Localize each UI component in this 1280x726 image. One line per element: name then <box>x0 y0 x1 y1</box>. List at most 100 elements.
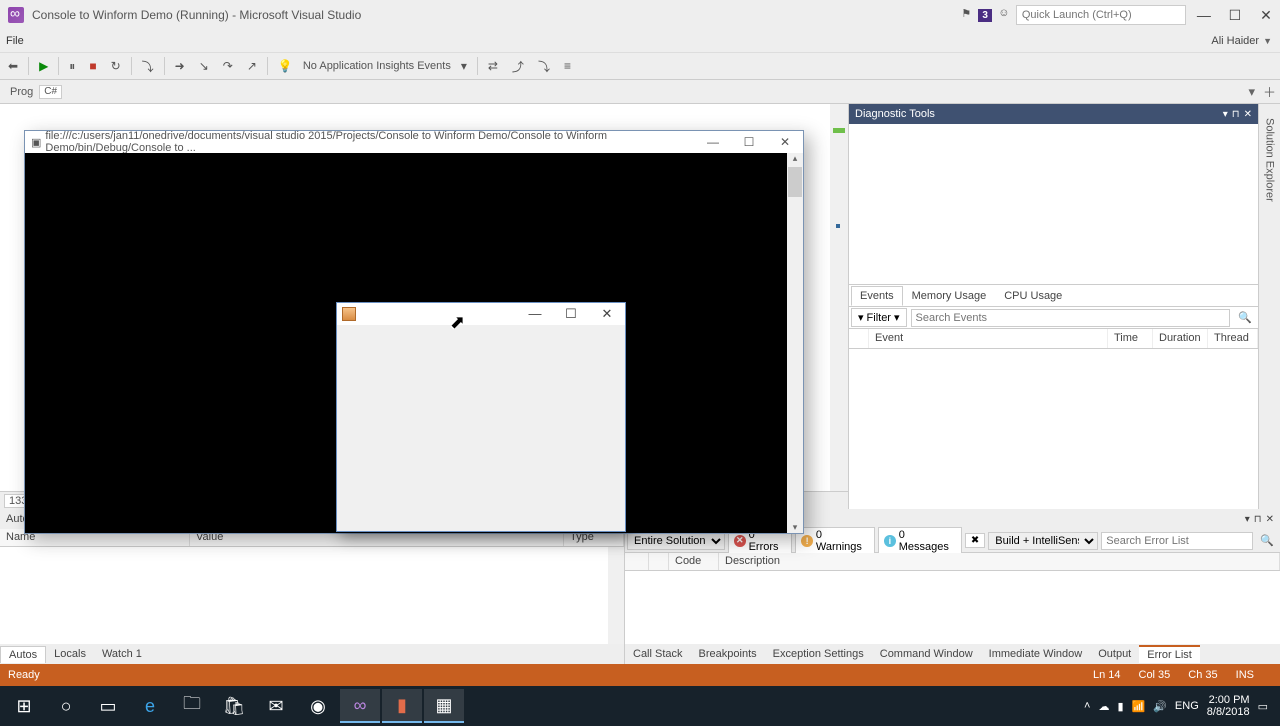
autos-scrollbar[interactable] <box>608 547 624 644</box>
panel-dropdown-icon[interactable]: ▾ <box>1223 109 1228 120</box>
editor-scrollbar[interactable] <box>830 104 848 491</box>
col-code[interactable]: Code <box>669 553 719 570</box>
warnings-pill[interactable]: !0 Warnings <box>795 527 875 555</box>
app-window-icon[interactable]: ▦ <box>424 689 464 723</box>
tray-language[interactable]: ENG <box>1175 700 1199 712</box>
panel-close-icon[interactable]: ✕ <box>1266 514 1274 525</box>
step-out-icon[interactable]: ↗ <box>243 57 261 75</box>
tab-error-list[interactable]: Error List <box>1139 645 1200 663</box>
winform-minimize-button[interactable]: — <box>517 306 553 322</box>
chrome-icon[interactable]: ◉ <box>298 689 338 723</box>
tool-icon-3[interactable]: ⤵ <box>534 56 554 77</box>
step-over-icon[interactable]: ↷ <box>219 57 237 75</box>
tray-wifi-icon[interactable]: 📶 <box>1132 700 1146 713</box>
tab-plus-icon[interactable]: ＋ <box>1259 82 1280 101</box>
nav-back-icon[interactable]: ⬅ <box>4 57 22 75</box>
tray-battery-icon[interactable]: ▮ <box>1117 700 1123 713</box>
menu-file[interactable]: File <box>6 35 24 47</box>
col-event[interactable]: Event <box>869 329 1108 348</box>
tab-immediate-window[interactable]: Immediate Window <box>981 646 1091 662</box>
tool-icon-2[interactable]: ⤴ <box>508 56 528 77</box>
pause-button[interactable]: ⏸ <box>65 57 79 76</box>
mail-icon[interactable]: ✉ <box>256 689 296 723</box>
winform-maximize-button[interactable]: ☐ <box>553 306 589 322</box>
close-button[interactable]: ✕ <box>1252 7 1280 24</box>
tray-volume-icon[interactable]: 🔊 <box>1153 700 1167 713</box>
vs-taskbar-icon[interactable]: ∞ <box>340 689 380 723</box>
tab-command-window[interactable]: Command Window <box>872 646 981 662</box>
edge-icon[interactable]: e <box>130 689 170 723</box>
restart-icon[interactable]: ↻ <box>107 57 125 75</box>
panel-dropdown-icon[interactable]: ▾ <box>1245 514 1250 525</box>
continue-icon[interactable]: ▶ <box>35 57 52 75</box>
tray-clock[interactable]: 2:00 PM 8/8/2018 <box>1207 694 1250 718</box>
store-icon[interactable]: 🛍 <box>214 689 254 723</box>
show-next-icon[interactable]: ➜ <box>171 57 189 75</box>
winform-close-button[interactable]: ✕ <box>589 306 625 322</box>
insights-dropdown-icon[interactable]: ▾ <box>457 57 471 75</box>
signed-in-user[interactable]: Ali Haider▼ <box>1211 35 1272 47</box>
quick-launch-input[interactable] <box>1016 5 1186 25</box>
tray-chevron-icon[interactable]: ˄ <box>1084 700 1090 712</box>
tray-notifications-icon[interactable]: ▭ <box>1258 700 1268 713</box>
step-into-icon[interactable]: ↘ <box>195 57 213 75</box>
col-time[interactable]: Time <box>1108 329 1153 348</box>
search-icon[interactable]: 🔍 <box>1256 534 1278 547</box>
tool-icon-4[interactable]: ≡ <box>560 57 575 75</box>
console-close-button[interactable]: ✕ <box>767 135 803 149</box>
messages-pill[interactable]: i0 Messages <box>878 527 962 555</box>
clear-filter-icon[interactable]: ✖ <box>965 533 985 548</box>
stop-button[interactable]: ■ <box>85 57 100 75</box>
cortana-icon[interactable]: ○ <box>46 689 86 723</box>
notifications-badge[interactable]: 3 <box>978 9 992 22</box>
tab-locals[interactable]: Locals <box>46 646 94 662</box>
step-next-icon[interactable]: ⤵ <box>138 56 158 77</box>
diagnostic-tools-header[interactable]: Diagnostic Tools ▾⊓✕ <box>849 104 1258 124</box>
tab-exception-settings[interactable]: Exception Settings <box>765 646 872 662</box>
feedback-icon[interactable]: ☺ <box>996 7 1012 23</box>
info-icon: i <box>884 535 896 547</box>
explorer-icon[interactable]: 🗀 <box>172 689 212 723</box>
task-view-icon[interactable]: ▭ <box>88 689 128 723</box>
col-thread[interactable]: Thread <box>1208 329 1258 348</box>
tab-autos[interactable]: Autos <box>0 646 46 663</box>
build-select[interactable]: Build + IntelliSense <box>988 532 1098 550</box>
maximize-button[interactable]: ☐ <box>1221 7 1249 24</box>
tab-call-stack[interactable]: Call Stack <box>625 646 691 662</box>
console-minimize-button[interactable]: — <box>695 135 731 149</box>
bulb-icon[interactable]: 💡 <box>274 57 297 75</box>
tab-memory-usage[interactable]: Memory Usage <box>903 286 996 306</box>
console-maximize-button[interactable]: ☐ <box>731 135 767 149</box>
flag-icon[interactable]: ⚑ <box>958 7 974 23</box>
panel-close-icon[interactable]: ✕ <box>1244 109 1252 120</box>
scope-select[interactable]: Entire Solution <box>627 532 725 550</box>
console-icon: ▣ <box>31 136 41 149</box>
process-label[interactable]: Prog <box>4 84 39 100</box>
tool-icon-1[interactable]: ⇄ <box>484 57 502 75</box>
status-line: Ln 14 <box>1093 669 1121 681</box>
filter-button[interactable]: ▾Filter▾ <box>851 308 907 327</box>
search-icon[interactable]: 🔍 <box>1232 311 1258 324</box>
winform-window[interactable]: — ☐ ✕ <box>336 302 626 532</box>
tab-cpu-usage[interactable]: CPU Usage <box>995 286 1071 306</box>
panel-pin-icon[interactable]: ⊓ <box>1254 514 1262 525</box>
insights-label[interactable]: No Application Insights Events <box>303 60 451 72</box>
recorder-icon[interactable]: ▮ <box>382 689 422 723</box>
panel-pin-icon[interactable]: ⊓ <box>1232 109 1240 120</box>
col-description[interactable]: Description <box>719 553 1280 570</box>
tray-onedrive-icon[interactable]: ☁ <box>1098 700 1109 713</box>
winform-icon <box>342 307 356 321</box>
doc-dropdown-icon[interactable]: ▾ <box>1244 84 1259 100</box>
status-col: Col 35 <box>1139 669 1171 681</box>
minimize-button[interactable]: — <box>1190 7 1218 23</box>
col-duration[interactable]: Duration <box>1153 329 1208 348</box>
tab-breakpoints[interactable]: Breakpoints <box>691 646 765 662</box>
tab-events[interactable]: Events <box>851 286 903 306</box>
console-scrollbar[interactable]: ▴ ▾ <box>787 153 803 533</box>
tab-output[interactable]: Output <box>1090 646 1139 662</box>
start-button[interactable]: ⊞ <box>4 689 44 723</box>
tab-watch1[interactable]: Watch 1 <box>94 646 150 662</box>
tab-solution-explorer[interactable]: Solution Explorer <box>1262 112 1278 208</box>
error-list-search-input[interactable] <box>1101 532 1253 550</box>
diagnostic-search-input[interactable] <box>911 309 1231 327</box>
